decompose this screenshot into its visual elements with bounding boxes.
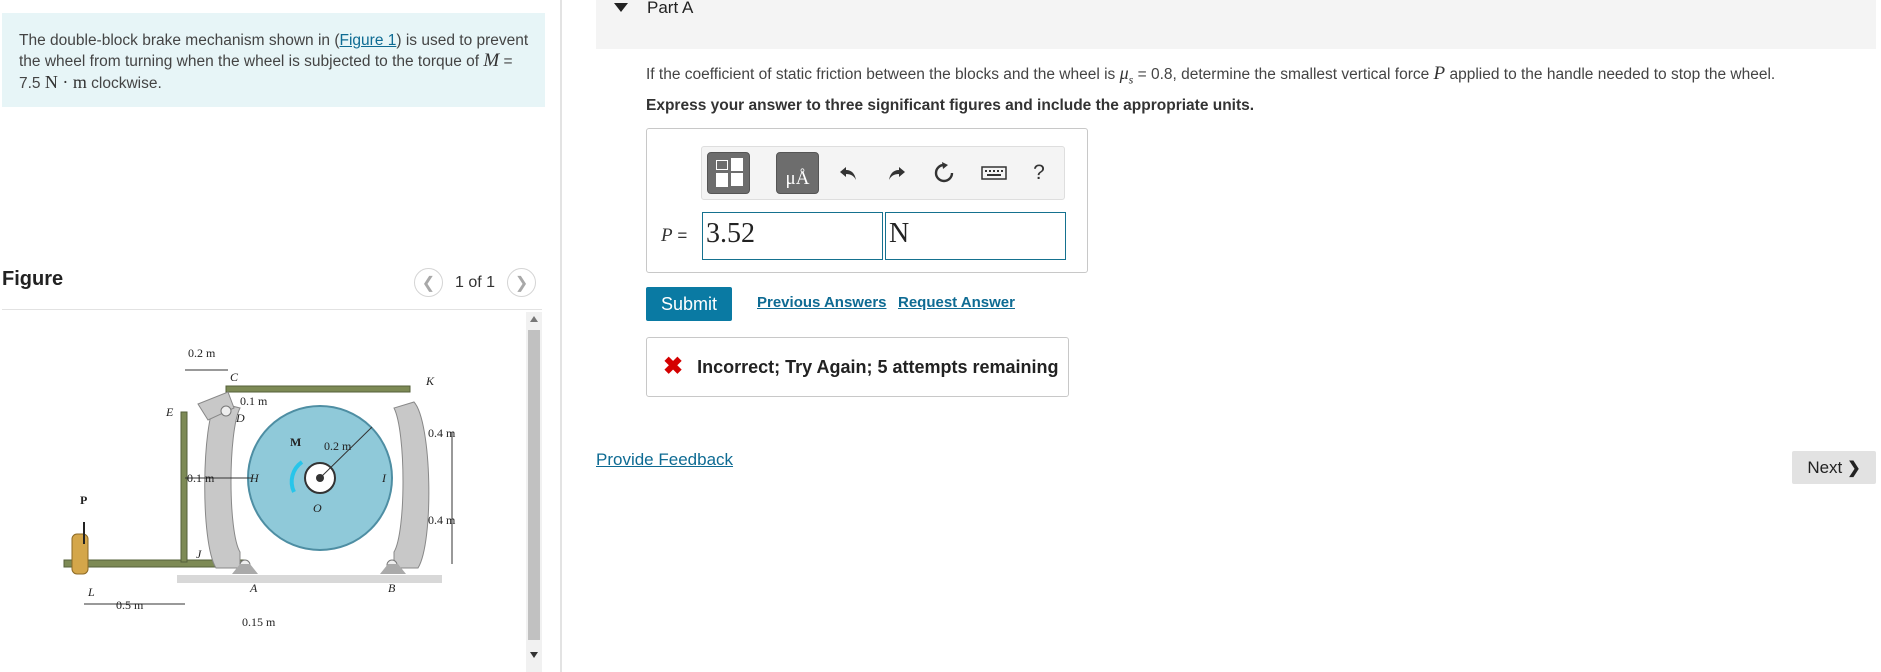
chevron-right-icon: ❯ (514, 274, 529, 292)
right-brake-arm (393, 401, 430, 569)
point-label: E (165, 405, 174, 419)
answer-variable: P (661, 225, 673, 246)
point-label: A (249, 581, 258, 595)
ground (177, 575, 442, 583)
question-part: = 0.8, determine the smallest vertical f… (1133, 66, 1434, 83)
math-toolbar: μÅ ? (701, 146, 1065, 200)
pin-d (220, 405, 232, 417)
dim-label: 0.2 m (188, 346, 216, 360)
figure-pager: ❮ 1 of 1 ❯ (414, 268, 537, 297)
figure-link[interactable]: Figure 1 (340, 32, 397, 49)
question-part: If the coefficient of static friction be… (646, 66, 1120, 83)
vertical-link (180, 411, 188, 563)
force-label: P (80, 493, 87, 507)
redo-icon (889, 167, 905, 180)
undo-icon (840, 167, 856, 180)
mu-char: μ (1119, 63, 1129, 83)
question-text: If the coefficient of static friction be… (646, 63, 1775, 88)
top-link (225, 385, 411, 393)
answer-equals: = (672, 226, 688, 245)
keyboard-button[interactable] (981, 159, 1007, 187)
question-part: applied to the handle needed to stop the… (1445, 66, 1776, 83)
scroll-thumb[interactable] (528, 330, 540, 640)
answer-box: μÅ ? P = 3.52 N (646, 128, 1088, 273)
scroll-up-icon[interactable] (530, 316, 538, 322)
mu-symbol: μs (1119, 63, 1134, 87)
figure-scrollbar[interactable] (526, 312, 542, 672)
next-button[interactable]: Next ❯ (1792, 451, 1876, 484)
point-label: D (235, 411, 245, 425)
previous-answers-link[interactable]: Previous Answers (757, 294, 887, 311)
instructions: Express your answer to three significant… (646, 97, 1255, 114)
help-button[interactable]: ? (1026, 159, 1052, 187)
next-figure-button[interactable]: ❯ (507, 268, 537, 297)
problem-statement: The double-block brake mechanism shown i… (2, 13, 545, 107)
dim-label: 0.15 m (242, 615, 276, 629)
prev-figure-button[interactable]: ❮ (414, 268, 443, 297)
torque-unit: N · m (44, 72, 87, 92)
templates-button[interactable] (707, 152, 750, 194)
point-label: O (313, 501, 322, 515)
pane-divider[interactable] (560, 0, 562, 672)
brake-mechanism-diagram: 0.2 m C K E D 0.1 m M 0.2 m 0.4 m 0.1 m … (63, 346, 456, 629)
point-label: B (388, 581, 396, 595)
dim-label: 0.2 m (324, 439, 352, 453)
symbols-button[interactable]: μÅ (776, 152, 819, 194)
point-label: C (230, 370, 239, 384)
figure-divider (2, 309, 542, 310)
dim-label: 0.1 m (240, 394, 268, 408)
scroll-down-icon[interactable] (530, 652, 538, 658)
undo-button[interactable] (836, 159, 862, 187)
x-icon: ✖ (663, 353, 684, 380)
pager-text: 1 of 1 (455, 273, 496, 291)
problem-text: The double-block brake mechanism shown i… (19, 32, 340, 49)
submit-button[interactable]: Submit (646, 287, 732, 321)
part-header[interactable]: Part A (596, 0, 1876, 49)
keyboard-icon (981, 166, 1007, 180)
answer-label: P = (661, 225, 687, 247)
provide-feedback-link[interactable]: Provide Feedback (596, 450, 733, 470)
feedback-text: Incorrect; Try Again; 5 attempts remaini… (697, 356, 1059, 377)
request-answer-link[interactable]: Request Answer (898, 294, 1015, 311)
figure-image: 0.2 m C K E D 0.1 m M 0.2 m 0.4 m 0.1 m … (2, 312, 524, 672)
chevron-left-icon: ❮ (421, 274, 436, 292)
force-symbol: P (1433, 63, 1446, 84)
next-label: Next (1807, 457, 1843, 477)
problem-text: clockwise. (86, 75, 162, 92)
point-label: K (425, 374, 435, 388)
left-brake-arm (204, 401, 241, 569)
dim-label: 0.4 m (428, 426, 456, 440)
chevron-right-icon: ❯ (1847, 459, 1861, 477)
redo-button[interactable] (883, 159, 909, 187)
dim-label: 0.5 m (116, 598, 144, 612)
figure-label: Figure (2, 268, 64, 290)
value-input[interactable]: 3.52 (702, 212, 883, 260)
unit-input[interactable]: N (885, 212, 1066, 260)
dim-label: 0.1 m (187, 471, 215, 485)
point-label: J (196, 547, 202, 561)
feedback-box: ✖ Incorrect; Try Again; 5 attempts remai… (646, 337, 1069, 397)
point-label: L (87, 585, 95, 599)
caret-down-icon[interactable] (614, 3, 628, 12)
reset-button[interactable] (931, 159, 957, 187)
reset-icon (934, 162, 954, 183)
moment-label: M (290, 435, 301, 449)
dim-label: 0.4 m (428, 513, 456, 527)
hand (71, 533, 89, 575)
point-label: H (249, 471, 260, 485)
left-pane: The double-block brake mechanism shown i… (0, 0, 560, 672)
torque-symbol: M (483, 50, 500, 71)
part-title: Part A (647, 0, 694, 17)
